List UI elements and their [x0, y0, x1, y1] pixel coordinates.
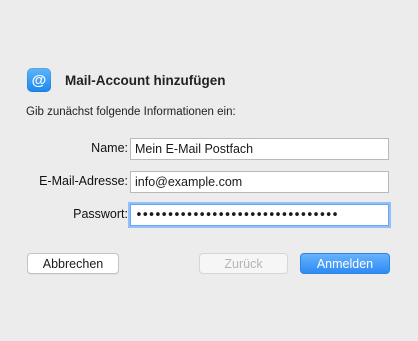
sign-in-button[interactable]: Anmelden: [300, 253, 390, 274]
cancel-button[interactable]: Abbrechen: [27, 253, 119, 274]
name-field[interactable]: [130, 138, 389, 160]
email-row: E-Mail-Adresse:: [0, 171, 418, 193]
name-row: Name:: [0, 138, 418, 160]
dialog-header: @ Mail-Account hinzufügen: [27, 67, 225, 93]
email-label: E-Mail-Adresse:: [39, 174, 128, 188]
instructions-text: Gib zunächst folgende Informationen ein:: [26, 106, 236, 118]
password-row: Passwort:: [0, 204, 418, 226]
email-field[interactable]: [130, 171, 389, 193]
password-label: Passwort:: [73, 207, 128, 221]
dialog-title: Mail-Account hinzufügen: [65, 72, 226, 88]
back-button[interactable]: Zurück: [199, 253, 288, 274]
name-label: Name:: [91, 141, 128, 155]
password-field[interactable]: [130, 204, 389, 226]
mail-at-icon: @: [27, 68, 51, 92]
